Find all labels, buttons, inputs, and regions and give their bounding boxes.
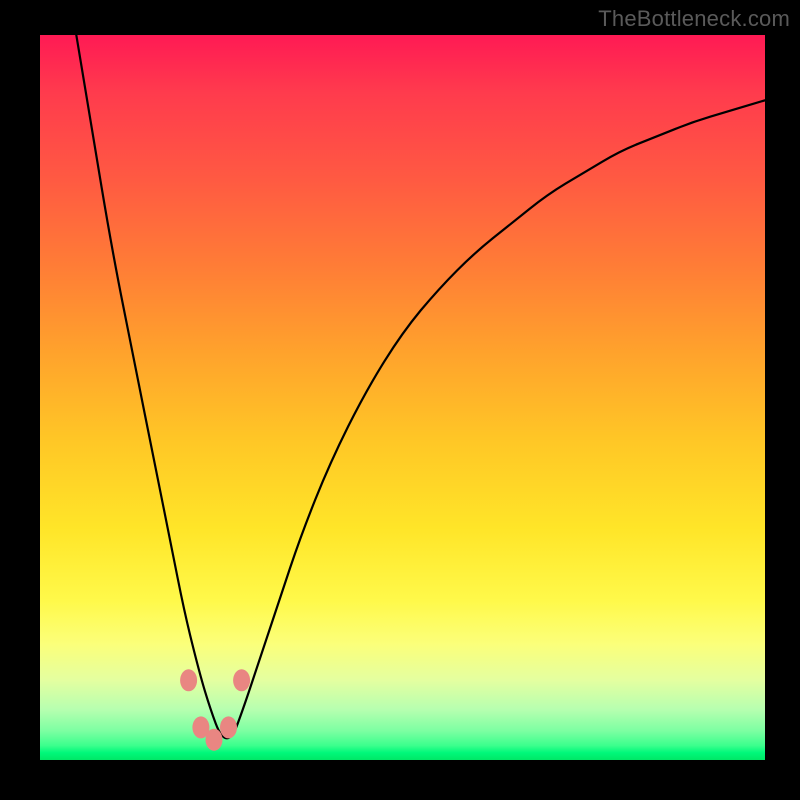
attribution-text: TheBottleneck.com bbox=[598, 6, 790, 32]
curve-marker bbox=[220, 716, 237, 738]
curve-marker bbox=[233, 669, 250, 691]
curve-marker bbox=[206, 729, 223, 751]
bottleneck-curve bbox=[76, 35, 765, 738]
curve-layer bbox=[40, 35, 765, 760]
curve-marker bbox=[180, 669, 197, 691]
plot-area bbox=[40, 35, 765, 760]
curve-markers bbox=[180, 669, 250, 750]
chart-frame: TheBottleneck.com bbox=[0, 0, 800, 800]
